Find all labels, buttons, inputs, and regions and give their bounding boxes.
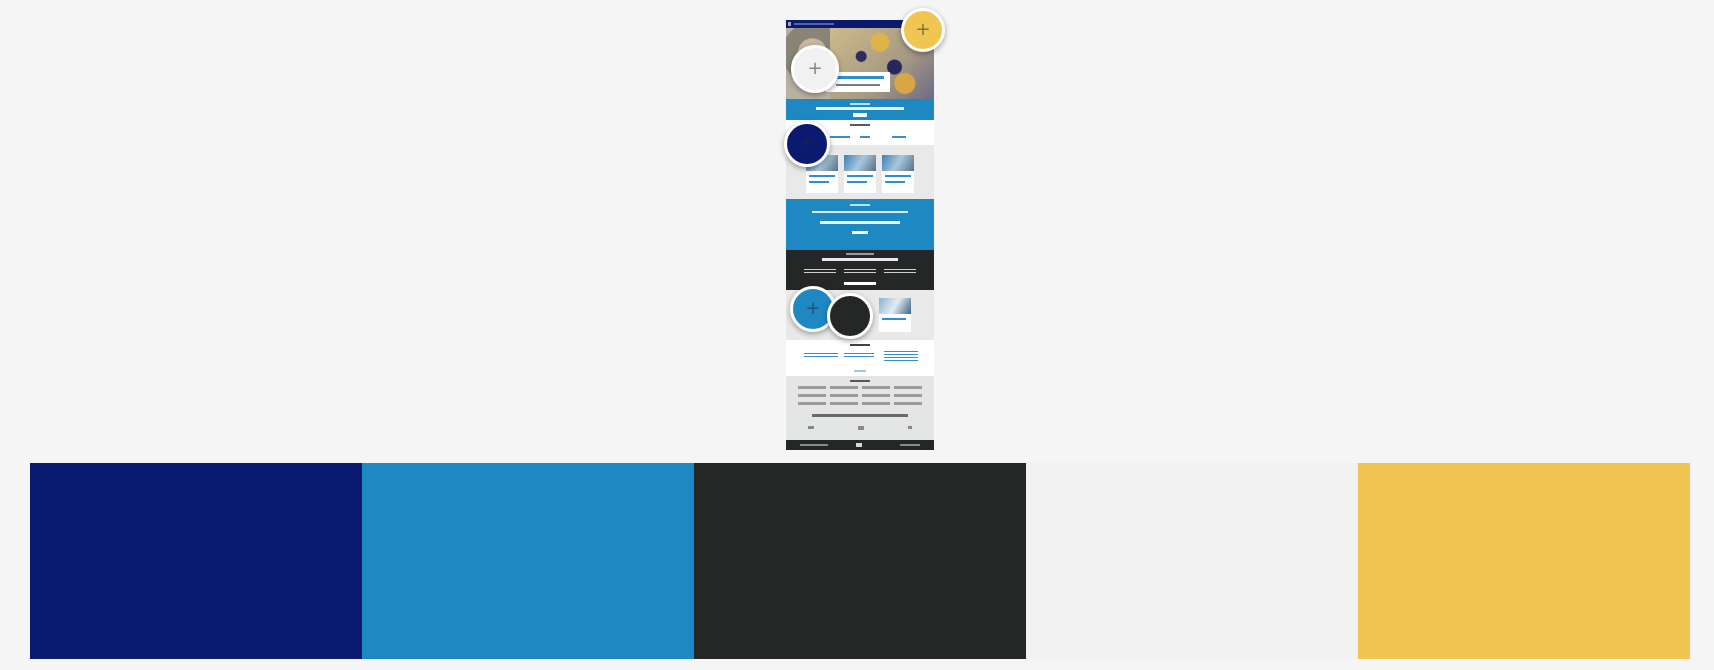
palette-swatches	[30, 463, 1690, 659]
plus-icon: +	[805, 298, 821, 319]
thumb-callout	[786, 199, 934, 250]
swatch-yellow[interactable]	[1358, 463, 1690, 659]
color-picker-yellow[interactable]: +	[901, 8, 945, 52]
thumb-dark-section	[786, 250, 934, 290]
color-picker-charcoal[interactable]: +	[827, 293, 873, 339]
plus-icon: +	[799, 133, 815, 154]
thumb-banner	[786, 99, 934, 120]
swatch-charcoal[interactable]	[694, 463, 1026, 659]
swatch-light-gray[interactable]	[1026, 463, 1358, 659]
plus-icon: +	[807, 58, 823, 79]
thumb-footer	[786, 440, 934, 450]
thumb-directory	[786, 376, 934, 440]
swatch-blue[interactable]	[362, 463, 694, 659]
color-picker-navy[interactable]: +	[784, 121, 830, 167]
palette-extractor: + + + + +	[0, 0, 1714, 670]
thumb-links	[786, 340, 934, 376]
swatch-navy[interactable]	[30, 463, 362, 659]
color-picker-light-gray[interactable]: +	[791, 45, 839, 93]
plus-icon: +	[915, 19, 931, 40]
plus-icon: +	[842, 305, 858, 326]
